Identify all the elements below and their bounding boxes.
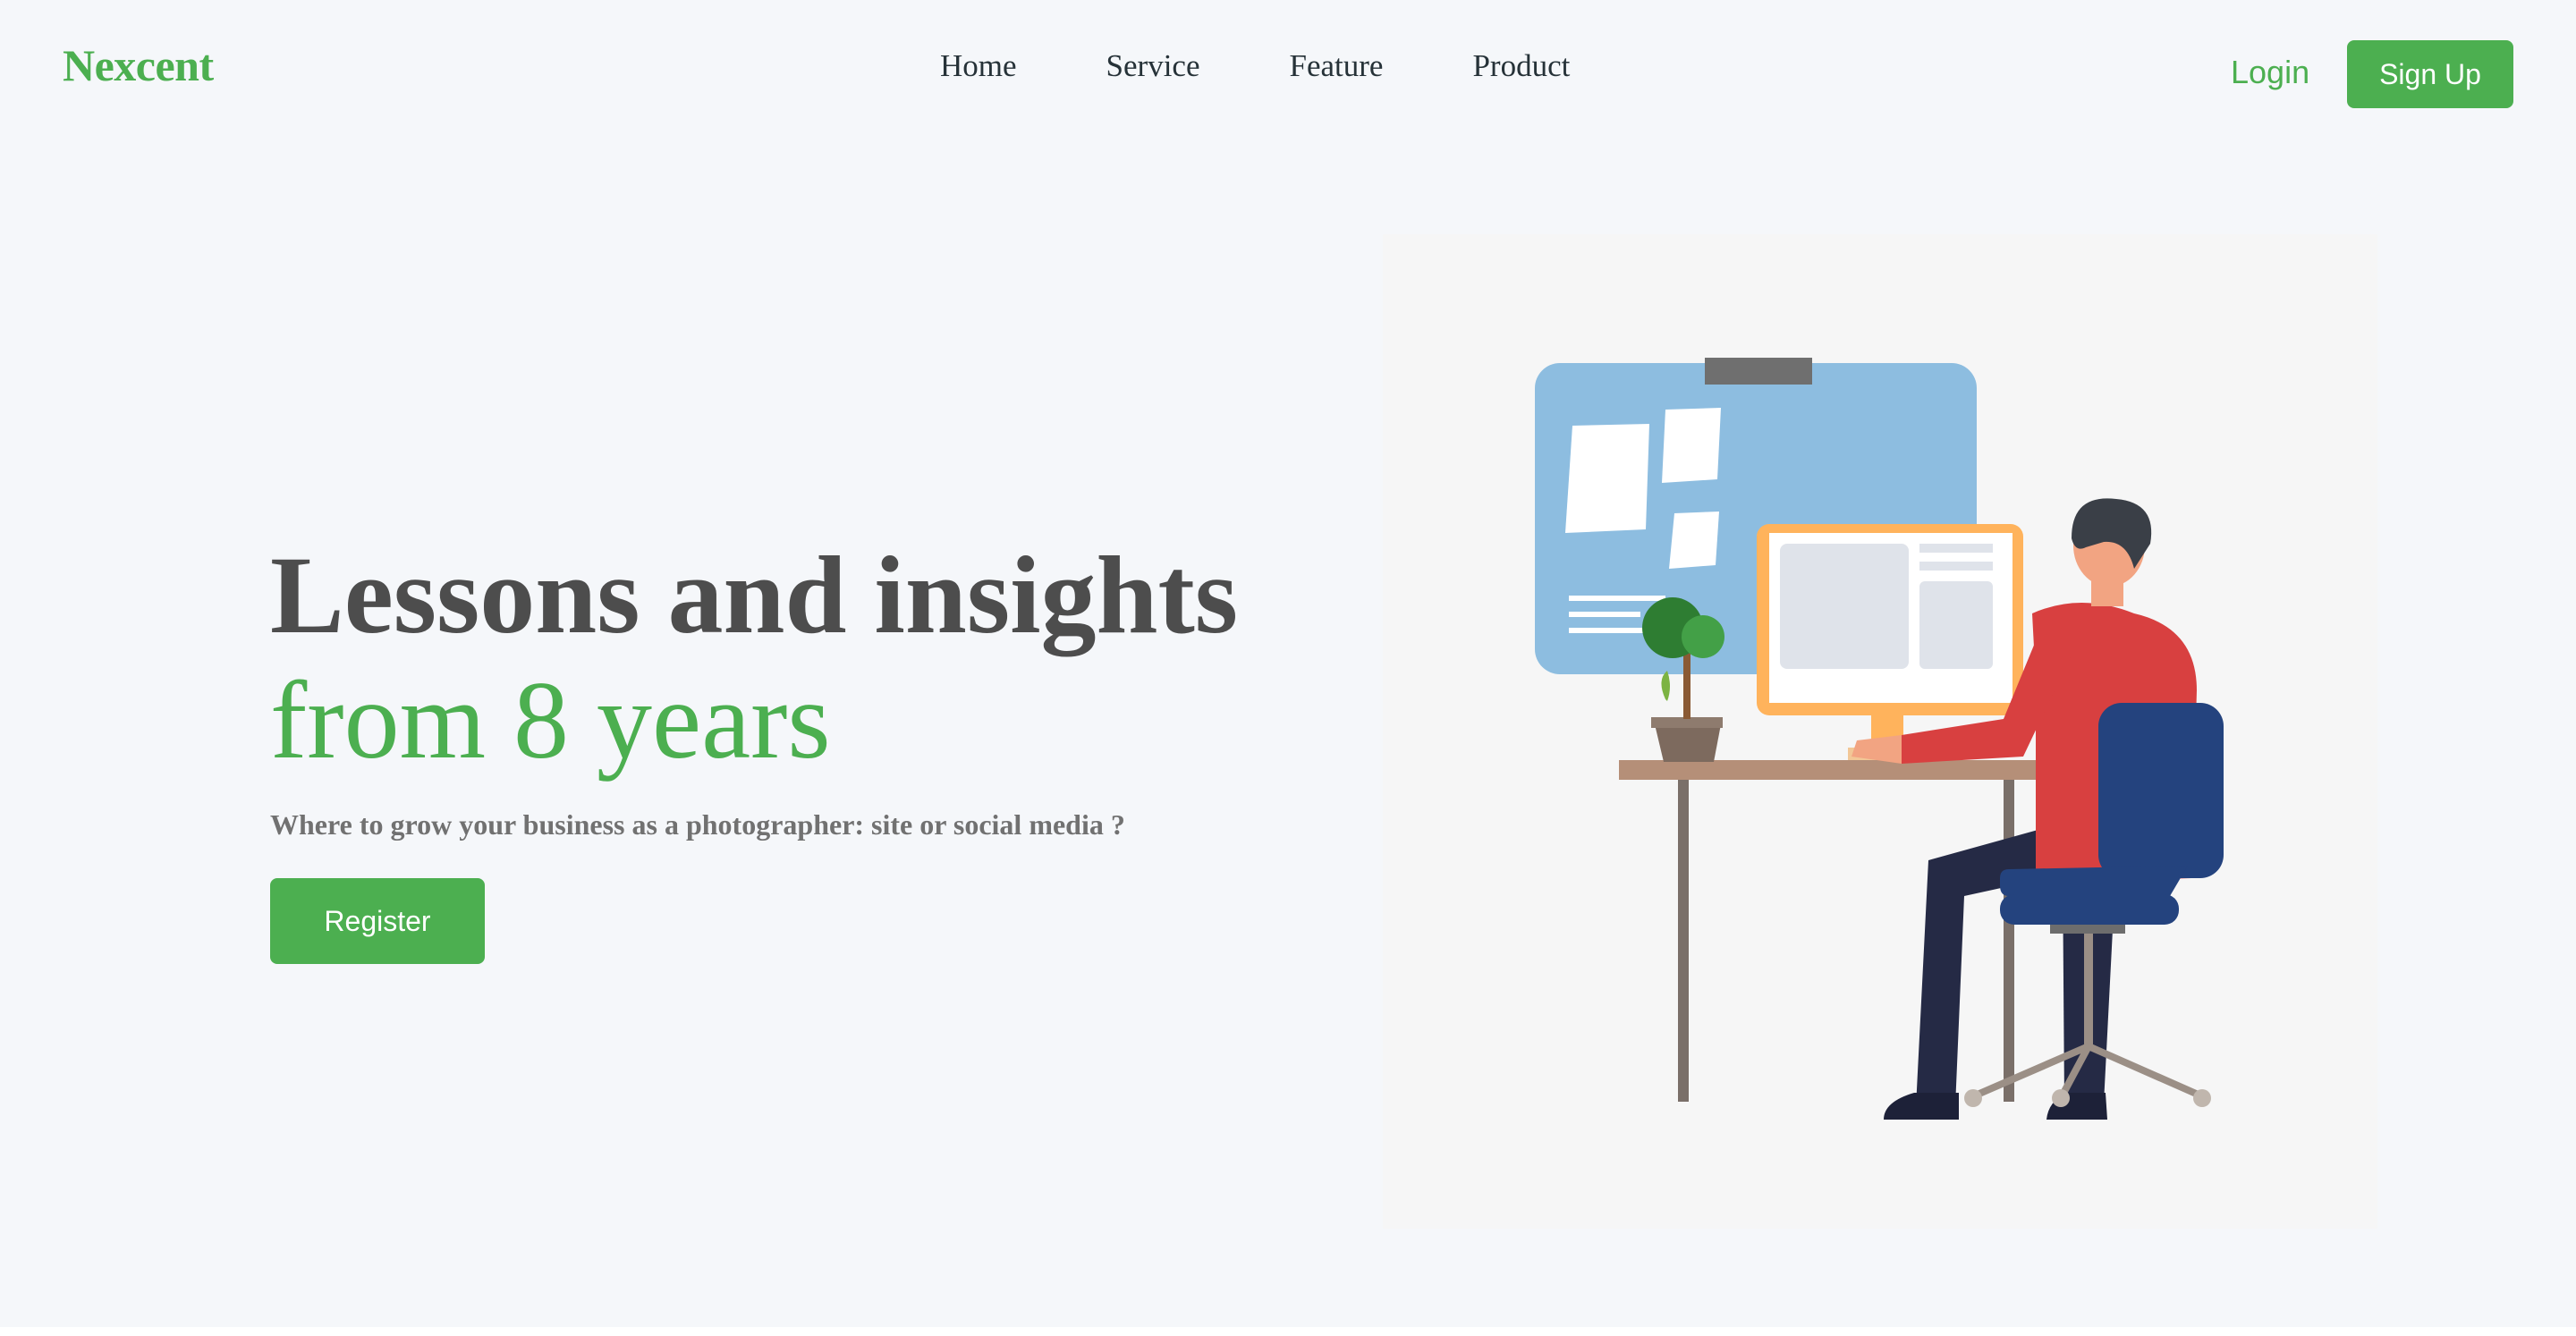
nav-feature[interactable]: Feature <box>1290 48 1384 84</box>
nav-product[interactable]: Product <box>1472 48 1570 84</box>
hero-title: Lessons and insights <box>270 534 1239 656</box>
main-nav: Home Service Feature Product <box>940 48 1570 84</box>
bottom-divider <box>0 1327 2576 1336</box>
signup-button[interactable]: Sign Up <box>2347 40 2513 108</box>
landing-page: Nexcent Home Service Feature Product Log… <box>0 0 2576 1336</box>
hero-illustration <box>1383 234 2377 1229</box>
register-button[interactable]: Register <box>270 878 485 964</box>
hero-subtitle: Where to grow your business as a photogr… <box>270 808 1125 841</box>
logo[interactable]: Nexcent <box>63 39 214 91</box>
hero-title-highlight: from 8 years <box>270 659 831 782</box>
nav-home[interactable]: Home <box>940 48 1017 84</box>
login-link[interactable]: Login <box>2231 54 2309 91</box>
nav-service[interactable]: Service <box>1106 48 1200 84</box>
